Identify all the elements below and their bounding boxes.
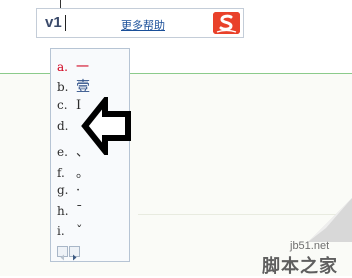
triangle-left-icon: [60, 254, 64, 261]
candidate-item[interactable]: g. ·: [57, 183, 127, 202]
ime-input-text: v1: [45, 14, 62, 31]
candidate-index: c.: [57, 98, 68, 112]
candidate-item[interactable]: b. 壹: [57, 76, 127, 95]
candidate-index: f.: [57, 166, 65, 180]
candidate-index: g.: [57, 183, 69, 197]
watermark-name: 脚本之家: [262, 256, 338, 277]
candidate-char: ˉ: [76, 204, 83, 219]
arrow-left-outline-icon: [81, 92, 133, 160]
candidate-index: d.: [57, 119, 69, 133]
candidate-pager: [57, 246, 81, 261]
ime-composition-bar: v1 更多帮助: [36, 8, 244, 38]
candidate-index: i.: [57, 224, 65, 238]
candidate-index: a.: [57, 60, 68, 74]
triangle-right-icon: [73, 254, 77, 261]
candidate-index: b.: [57, 80, 69, 94]
candidate-index: h.: [57, 204, 69, 218]
watermark-site: jb51.net: [290, 240, 330, 252]
candidate-char: 一: [76, 60, 90, 75]
candidate-item[interactable]: a. 一: [57, 56, 127, 75]
candidate-char: ˇ: [76, 224, 83, 239]
next-page-button[interactable]: [69, 246, 80, 261]
candidate-item[interactable]: h. ˉ: [57, 204, 127, 223]
candidate-index: e.: [57, 145, 68, 159]
more-help-link[interactable]: 更多帮助: [121, 17, 165, 33]
sogou-logo-icon[interactable]: [213, 12, 240, 34]
watermark: jb51.net 脚本之家: [250, 198, 352, 277]
candidate-item[interactable]: f. 。: [57, 162, 127, 181]
candidate-char: 壹: [76, 79, 90, 95]
candidate-char: 。: [76, 166, 90, 181]
ime-caret: [65, 15, 66, 31]
prev-page-button[interactable]: [57, 246, 68, 261]
candidate-item[interactable]: i. ˇ: [57, 224, 127, 243]
candidate-char: ·: [76, 183, 81, 198]
